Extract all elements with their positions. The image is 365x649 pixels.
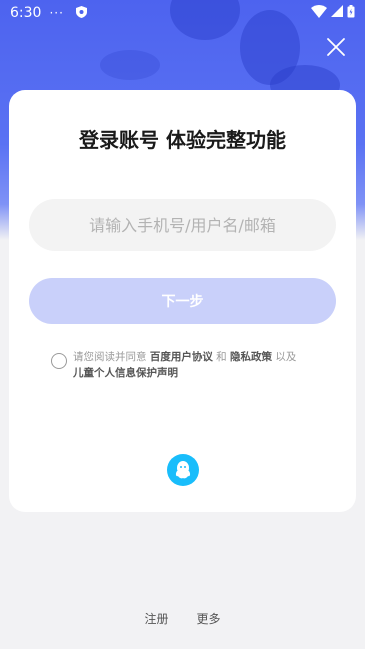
shield-icon bbox=[75, 5, 87, 21]
account-input[interactable] bbox=[29, 199, 336, 251]
login-card: 登录账号 体验完整功能 下一步 请您阅读并同意 百度用户协议 和 隐私政策 以及… bbox=[9, 90, 356, 512]
close-button[interactable] bbox=[325, 36, 347, 58]
status-bar: 6:30 ··· bbox=[0, 0, 365, 26]
qq-login-button[interactable] bbox=[167, 454, 199, 486]
agreement-prefix: 请您阅读并同意 bbox=[73, 351, 150, 363]
wifi-icon bbox=[311, 4, 327, 22]
battery-icon bbox=[347, 4, 355, 22]
signal-icon bbox=[331, 5, 343, 21]
baidu-user-agreement-link[interactable]: 百度用户协议 bbox=[150, 351, 213, 363]
agreement-middle: 以及 bbox=[272, 351, 297, 363]
next-button[interactable]: 下一步 bbox=[29, 278, 336, 324]
qq-icon bbox=[175, 461, 191, 479]
agreement-and: 和 bbox=[212, 351, 231, 363]
privacy-policy-link[interactable]: 隐私政策 bbox=[230, 351, 272, 363]
status-dots: ··· bbox=[49, 6, 64, 20]
child-privacy-link[interactable]: 儿童个人信息保护声明 bbox=[73, 367, 178, 379]
status-time: 6:30 bbox=[10, 5, 42, 21]
agreement-checkbox[interactable] bbox=[51, 353, 67, 369]
agreement-text: 请您阅读并同意 百度用户协议 和 隐私政策 以及 儿童个人信息保护声明 bbox=[73, 349, 323, 381]
footer-links: 注册 更多 bbox=[0, 610, 365, 627]
page-title: 登录账号 体验完整功能 bbox=[79, 128, 286, 152]
more-link[interactable]: 更多 bbox=[197, 610, 221, 627]
close-icon bbox=[327, 38, 345, 56]
register-link[interactable]: 注册 bbox=[144, 610, 168, 627]
